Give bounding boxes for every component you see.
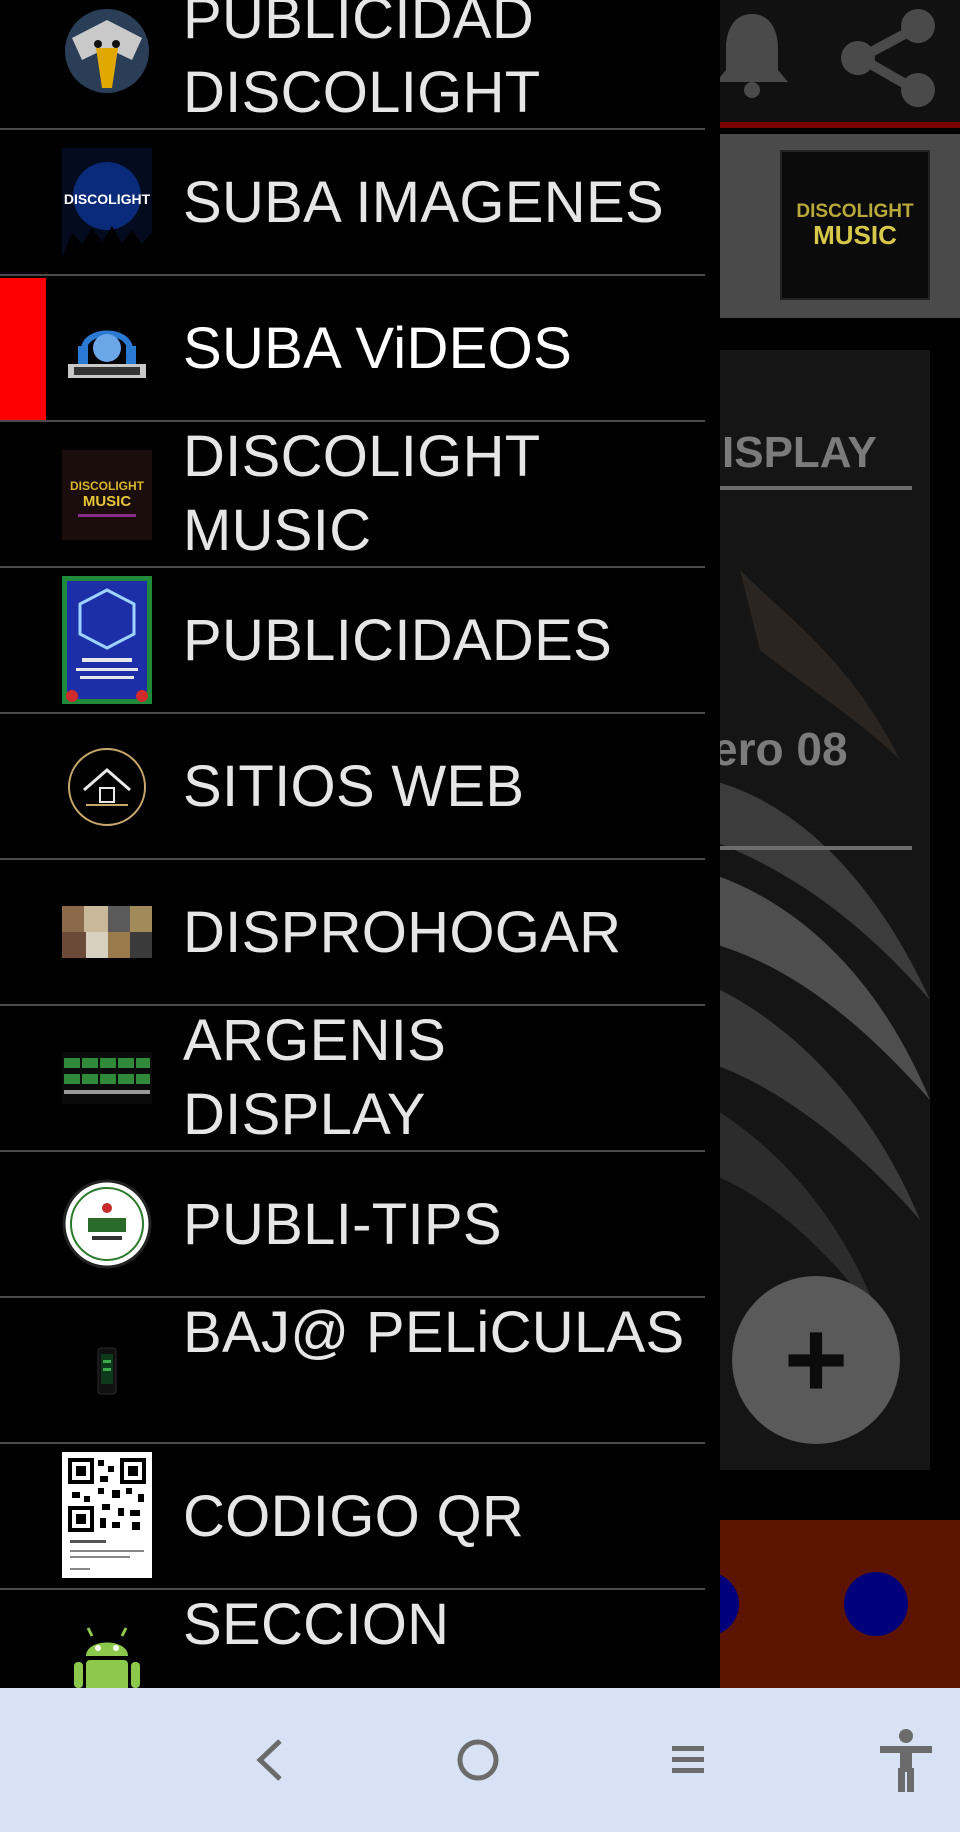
drawer-item-label: PUBLICIDAD DISCOLIGHT [183, 0, 541, 125]
drawer-item-label: DISCOLIGHT MUSIC [183, 424, 540, 563]
drawer-item-publicidad-discolight[interactable]: PUBLICIDAD DISCOLIGHT [0, 0, 720, 130]
navigation-drawer: PUBLICIDAD DISCOLIGHT DISCOLIGHT SUBA IM… [0, 0, 720, 1688]
svg-text:DISCOLIGHT: DISCOLIGHT [64, 191, 151, 207]
indicator-dot [844, 1572, 908, 1636]
drawer-item-label: PUBLI-TIPS [183, 1192, 502, 1257]
back-icon[interactable] [230, 1720, 310, 1800]
card-divider [700, 486, 912, 490]
drawer-item-publi-tips[interactable]: PUBLI-TIPS [0, 1152, 720, 1298]
drawer-item-argenis-display[interactable]: ARGENIS DISPLAY [0, 1006, 720, 1152]
banner-text-bottom: MUSIC [813, 220, 897, 250]
drawer-item-label: BAJ@ PELiCULAS [183, 1300, 685, 1365]
card-divider [700, 846, 912, 850]
house-logo-icon [62, 742, 152, 832]
feather-image [700, 570, 930, 1320]
accessibility-icon[interactable] [866, 1720, 946, 1800]
drawer-item-suba-imagenes[interactable]: DISCOLIGHT SUBA IMAGENES [0, 130, 720, 276]
system-navigation-bar [0, 1688, 960, 1832]
discolight-music-banner-logo: DISCOLIGHT MUSIC [780, 150, 930, 300]
drawer-item-sitios-web[interactable]: SITIOS WEB [0, 714, 720, 860]
banner-text-top: DISCOLIGHT [796, 201, 914, 222]
photo-collage-icon [62, 906, 152, 958]
drawer-item-label: SUBA IMAGENES [183, 170, 664, 235]
active-indicator [0, 278, 46, 420]
card-date: ero 08 [712, 723, 848, 775]
plus-icon: + [783, 1298, 849, 1421]
drawer-item-label: SECCION [183, 1592, 450, 1657]
dj-headphones-icon [62, 306, 152, 392]
drawer-item-label: DISPROHOGAR [183, 900, 622, 965]
drawer-item-suba-videos[interactable]: SUBA ViDEOS [0, 276, 720, 422]
notification-bell-icon[interactable] [712, 8, 792, 98]
drawer-item-label: SUBA ViDEOS [183, 316, 573, 381]
svg-text:DISCOLIGHT: DISCOLIGHT [70, 479, 145, 493]
drawer-item-codigo-qr[interactable]: CODIGO QR [0, 1444, 720, 1590]
card-title: ISPLAY [722, 428, 877, 477]
display-grid-icon [62, 1052, 152, 1104]
drawer-item-label: SITIOS WEB [183, 754, 525, 819]
drawer-item-publicidades[interactable]: PUBLICIDADES [0, 568, 720, 714]
discolight-concert-icon: DISCOLIGHT [62, 148, 152, 258]
share-icon[interactable] [834, 6, 944, 110]
drawer-item-label: CODIGO QR [183, 1484, 525, 1549]
drawer-item-baja-peliculas[interactable]: BAJ@ PELiCULAS [0, 1298, 720, 1444]
eagle-icon [62, 8, 152, 94]
discolight-music-logo-icon: DISCOLIGHT MUSIC [62, 450, 152, 540]
home-icon[interactable] [438, 1720, 518, 1800]
phone-movie-icon [62, 1346, 152, 1396]
qr-code-icon [62, 1452, 152, 1578]
drawer-item-seccion[interactable]: SECCION [0, 1590, 720, 1688]
drawer-item-discolight-music[interactable]: DISCOLIGHT MUSIC DISCOLIGHT MUSIC [0, 422, 720, 568]
round-badge-icon [62, 1178, 152, 1270]
add-button[interactable]: + [732, 1276, 900, 1444]
android-icon [62, 1616, 152, 1688]
flyer-icon [62, 576, 152, 704]
drawer-item-disprohogar[interactable]: DISPROHOGAR [0, 860, 720, 1006]
bottom-bar [700, 1520, 960, 1688]
svg-text:MUSIC: MUSIC [83, 493, 132, 510]
drawer-item-label: PUBLICIDADES [183, 608, 613, 673]
recents-icon[interactable] [648, 1720, 728, 1800]
drawer-item-label: ARGENIS DISPLAY [183, 1008, 447, 1147]
